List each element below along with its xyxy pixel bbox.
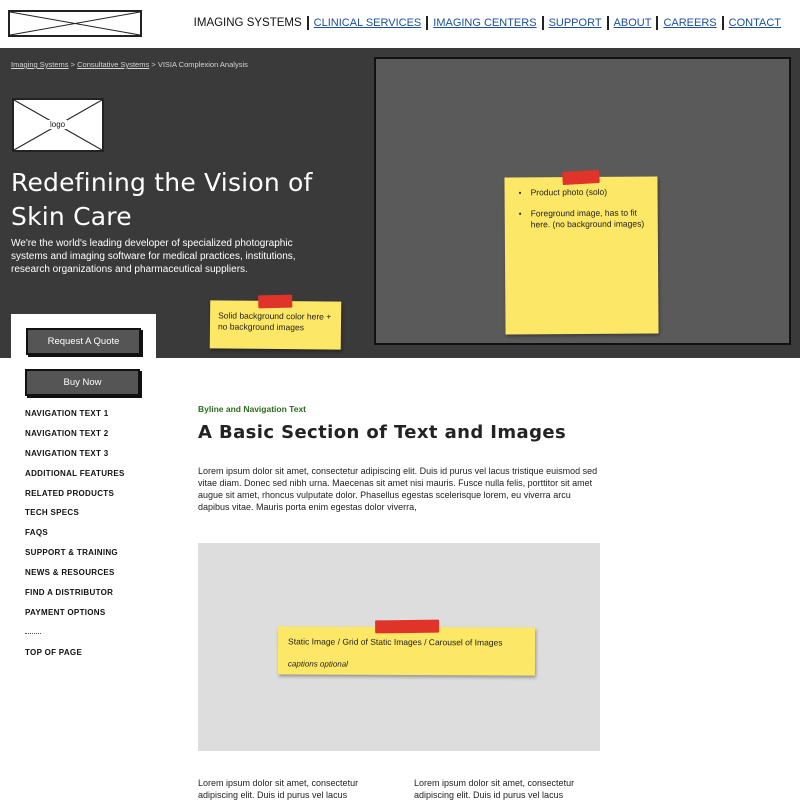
sidebar-item-tech-specs[interactable]: TECH SPECS <box>25 503 185 523</box>
section-title: A Basic Section of Text and Images <box>198 422 567 443</box>
sidebar-item-support-training[interactable]: SUPPORT & TRAINING <box>25 543 185 563</box>
sidebar-item-additional-features[interactable]: ADDITIONAL FEATURES <box>25 464 185 484</box>
byline: Byline and Navigation Text <box>198 404 307 414</box>
sticky-note-text: Solid background color here + no backgro… <box>217 310 332 333</box>
sidebar-item-faqs[interactable]: FAQS <box>25 523 185 543</box>
top-nav-imaging-centers[interactable]: IMAGING CENTERS <box>428 17 541 29</box>
column-text-right: Lorem ipsum dolor sit amet, consectetur … <box>414 778 575 800</box>
breadcrumb-separator: > <box>70 60 76 69</box>
photo-note-list: Product photo (solo) Foreground image, h… <box>519 187 650 231</box>
top-nav: IMAGING SYSTEMS CLINICAL SERVICES IMAGIN… <box>189 16 786 30</box>
column-text-left: Lorem ipsum dolor sit amet, consectetur … <box>198 778 359 800</box>
sidebar-nav: NAVIGATION TEXT 1 NAVIGATION TEXT 2 NAVI… <box>25 404 185 663</box>
image-note-caption: captions optional <box>287 659 349 669</box>
hero-section: Imaging Systems > Consultative Systems >… <box>0 48 800 358</box>
sidebar-item-top-of-page[interactable]: TOP OF PAGE <box>25 643 185 663</box>
request-quote-button[interactable]: Request A Quote <box>26 328 141 355</box>
top-nav-careers[interactable]: CAREERS <box>658 17 721 29</box>
top-nav-about[interactable]: ABOUT <box>609 17 657 29</box>
product-logo-placeholder: logo <box>12 98 104 152</box>
breadcrumb-current: VISIA Complexion Analysis <box>157 60 248 69</box>
sidebar-item-navigation-text-2[interactable]: NAVIGATION TEXT 2 <box>25 424 185 444</box>
photo-note-item: Product photo (solo) <box>519 187 650 199</box>
tape-strip <box>258 294 293 309</box>
sticky-note-product-photo: Product photo (solo) Foreground image, h… <box>504 169 659 335</box>
hero-title: Redefining the Vision of Skin Care <box>11 168 313 231</box>
sidebar-divider <box>25 623 185 643</box>
top-nav-support[interactable]: SUPPORT <box>544 17 607 29</box>
sticky-note-background: Solid background color here + no backgro… <box>209 294 342 350</box>
sidebar-item-navigation-text-1[interactable]: NAVIGATION TEXT 1 <box>25 404 185 424</box>
sidebar-item-related-products[interactable]: RELATED PRODUCTS <box>25 484 185 504</box>
top-nav-imaging-systems[interactable]: IMAGING SYSTEMS <box>189 17 307 29</box>
top-nav-clinical-services[interactable]: CLINICAL SERVICES <box>309 17 427 29</box>
sticky-note-image-area: Static Image / Grid of Static Images / C… <box>277 619 536 676</box>
sidebar-item-payment-options[interactable]: PAYMENT OPTIONS <box>25 603 185 623</box>
breadcrumb: Imaging Systems > Consultative Systems >… <box>11 60 248 69</box>
photo-note-item: Foreground image, has to fit here. (no b… <box>519 208 650 231</box>
sidebar-item-navigation-text-3[interactable]: NAVIGATION TEXT 3 <box>25 444 185 464</box>
top-bar: IMAGING SYSTEMS CLINICAL SERVICES IMAGIN… <box>0 0 800 48</box>
section-body-text: Lorem ipsum dolor sit amet, consectetur … <box>198 466 598 512</box>
hero-description: We're the world's leading developer of s… <box>11 238 296 275</box>
breadcrumb-separator: > <box>151 60 156 69</box>
top-nav-contact[interactable]: CONTACT <box>724 17 786 29</box>
sidebar-item-news-resources[interactable]: NEWS & RESOURCES <box>25 563 185 583</box>
site-logo-placeholder[interactable] <box>8 10 142 37</box>
logo-label: logo <box>48 120 68 129</box>
image-placeholder-icon <box>10 12 140 35</box>
sidebar-item-find-distributor[interactable]: FIND A DISTRIBUTOR <box>25 583 185 603</box>
buy-now-button[interactable]: Buy Now <box>25 369 140 396</box>
tape-strip <box>375 619 440 634</box>
image-note-text: Static Image / Grid of Static Images / C… <box>288 636 503 648</box>
tape-strip <box>562 169 600 186</box>
breadcrumb-consultative-systems[interactable]: Consultative Systems <box>77 60 149 69</box>
breadcrumb-imaging-systems[interactable]: Imaging Systems <box>11 60 69 69</box>
